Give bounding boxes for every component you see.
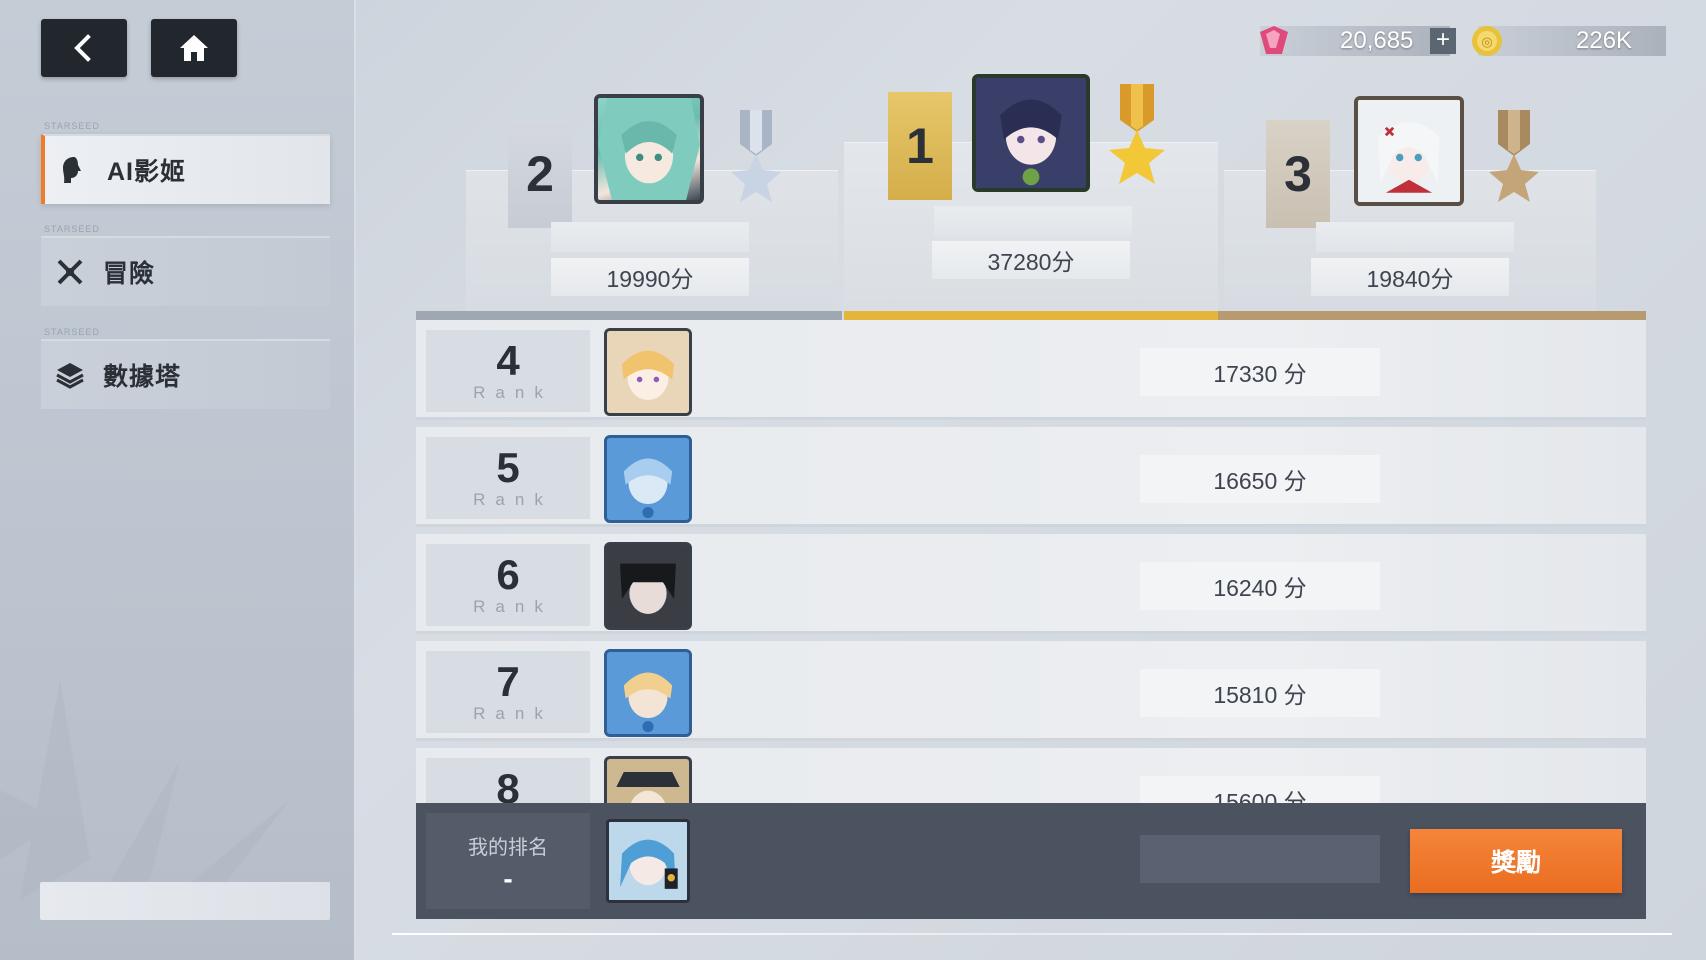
reward-button[interactable]: 獎勵 — [1410, 829, 1622, 893]
row-score: 15600 分 — [1140, 776, 1380, 803]
rank-cell: 5 Rank — [426, 437, 590, 519]
table-row[interactable]: 8 Rank 15600 分 — [416, 748, 1646, 803]
sidebar-item-label: AI影姬 — [107, 158, 187, 186]
sidebar-item-label: 冒險 — [103, 260, 156, 288]
my-rank-value: - — [503, 862, 513, 894]
rank-label: Rank — [473, 383, 553, 402]
podium-second-score: 19990分 — [551, 258, 749, 296]
avatar[interactable] — [604, 435, 692, 523]
my-rank-cell: 我的排名 - — [426, 813, 590, 909]
bottom-divider — [392, 933, 1672, 935]
avatar[interactable] — [594, 94, 704, 204]
podium-second-bar — [416, 311, 842, 320]
gold-medal-icon — [1109, 84, 1165, 184]
home-icon — [180, 35, 208, 61]
character-portrait-icon — [609, 822, 687, 900]
podium-first-score: 37280分 — [932, 241, 1130, 279]
character-portrait-icon — [598, 98, 700, 200]
sidebar-item-data-tower[interactable]: 數據塔 — [41, 339, 330, 409]
avatar[interactable] — [1354, 96, 1464, 206]
character-portrait-icon — [607, 331, 689, 413]
rank-cell: 6 Rank — [426, 544, 590, 626]
chevron-left-icon — [74, 34, 91, 62]
sidebar-bottom-bar — [40, 882, 330, 920]
table-row[interactable]: 7 Rank 15810 分 — [416, 641, 1646, 741]
table-row[interactable]: 4 Rank 17330 分 — [416, 320, 1646, 420]
svg-text:◎: ◎ — [1481, 35, 1492, 50]
podium-first-rank: 1 — [888, 92, 952, 200]
sidebar-tag: STARSEED — [44, 327, 100, 337]
rank-cell: 8 Rank — [426, 758, 590, 803]
avatar[interactable] — [604, 328, 692, 416]
rank-label: Rank — [473, 490, 553, 509]
rank-label: Rank — [473, 704, 553, 723]
avatar[interactable] — [606, 819, 690, 903]
coins-value: 226K — [1576, 27, 1633, 54]
avatar[interactable] — [972, 74, 1090, 192]
coins-counter — [1478, 26, 1666, 56]
rank-number: 4 — [496, 337, 520, 384]
table-row[interactable]: 6 Rank 16240 分 — [416, 534, 1646, 634]
character-portrait-icon — [607, 545, 689, 627]
coin-icon: ◎ — [1472, 26, 1502, 56]
gems-value: 20,685 — [1340, 27, 1414, 54]
row-score: 16240 分 — [1140, 562, 1380, 610]
row-score: 17330 分 — [1140, 348, 1380, 396]
bronze-medal-icon — [1489, 110, 1539, 202]
character-portrait-icon — [607, 438, 689, 520]
gem-icon — [1260, 26, 1288, 54]
crossed-swords-icon — [57, 259, 83, 285]
character-portrait-icon — [607, 652, 689, 734]
back-button[interactable] — [41, 19, 127, 77]
avatar[interactable] — [604, 649, 692, 737]
podium-third-rank: 3 — [1266, 120, 1330, 228]
character-portrait-icon — [607, 759, 689, 803]
sidebar-tag: STARSEED — [44, 224, 100, 234]
podium-third-score: 19840分 — [1311, 258, 1509, 296]
rank-number: 8 — [496, 765, 520, 804]
avatar[interactable] — [604, 542, 692, 630]
sidebar-item-label: 數據塔 — [103, 363, 182, 391]
rank-label: Rank — [473, 597, 553, 616]
podium-first-bar — [844, 311, 1218, 320]
podium-third-bar — [1218, 311, 1646, 320]
rank-cell: 7 Rank — [426, 651, 590, 733]
sidebar-item-adventure[interactable]: 冒險 — [41, 236, 330, 306]
background-emblem-decoration — [0, 680, 290, 900]
add-gems-button[interactable]: + — [1430, 28, 1456, 54]
female-head-icon — [63, 157, 81, 183]
player-name-placeholder — [551, 222, 749, 252]
row-score: 15810 分 — [1140, 669, 1380, 717]
layers-stack-icon — [56, 363, 84, 389]
rank-number: 7 — [496, 658, 520, 705]
character-portrait-icon — [1358, 100, 1460, 202]
avatar[interactable] — [604, 756, 692, 803]
ranking-list[interactable]: 4 Rank 17330 分 5 Rank 16650 分 6 Rank 162… — [416, 320, 1646, 803]
player-name-placeholder — [1316, 222, 1514, 252]
silver-medal-icon — [731, 110, 781, 202]
character-portrait-icon — [976, 78, 1086, 188]
my-score-placeholder — [1140, 835, 1380, 883]
row-score: 16650 分 — [1140, 455, 1380, 503]
podium-second-rank: 2 — [508, 120, 572, 228]
rank-number: 6 — [496, 551, 520, 598]
sidebar-tag: STARSEED — [44, 121, 100, 131]
my-rank-label: 我的排名 — [468, 836, 548, 859]
sidebar-item-ai-yingji[interactable]: AI影姬 — [41, 134, 330, 204]
table-row[interactable]: 5 Rank 16650 分 — [416, 427, 1646, 527]
home-button[interactable] — [151, 19, 237, 77]
rank-number: 5 — [496, 444, 520, 491]
rank-cell: 4 Rank — [426, 330, 590, 412]
my-ranking-bar: 我的排名 - 獎勵 — [416, 803, 1646, 919]
player-name-placeholder — [934, 206, 1132, 236]
